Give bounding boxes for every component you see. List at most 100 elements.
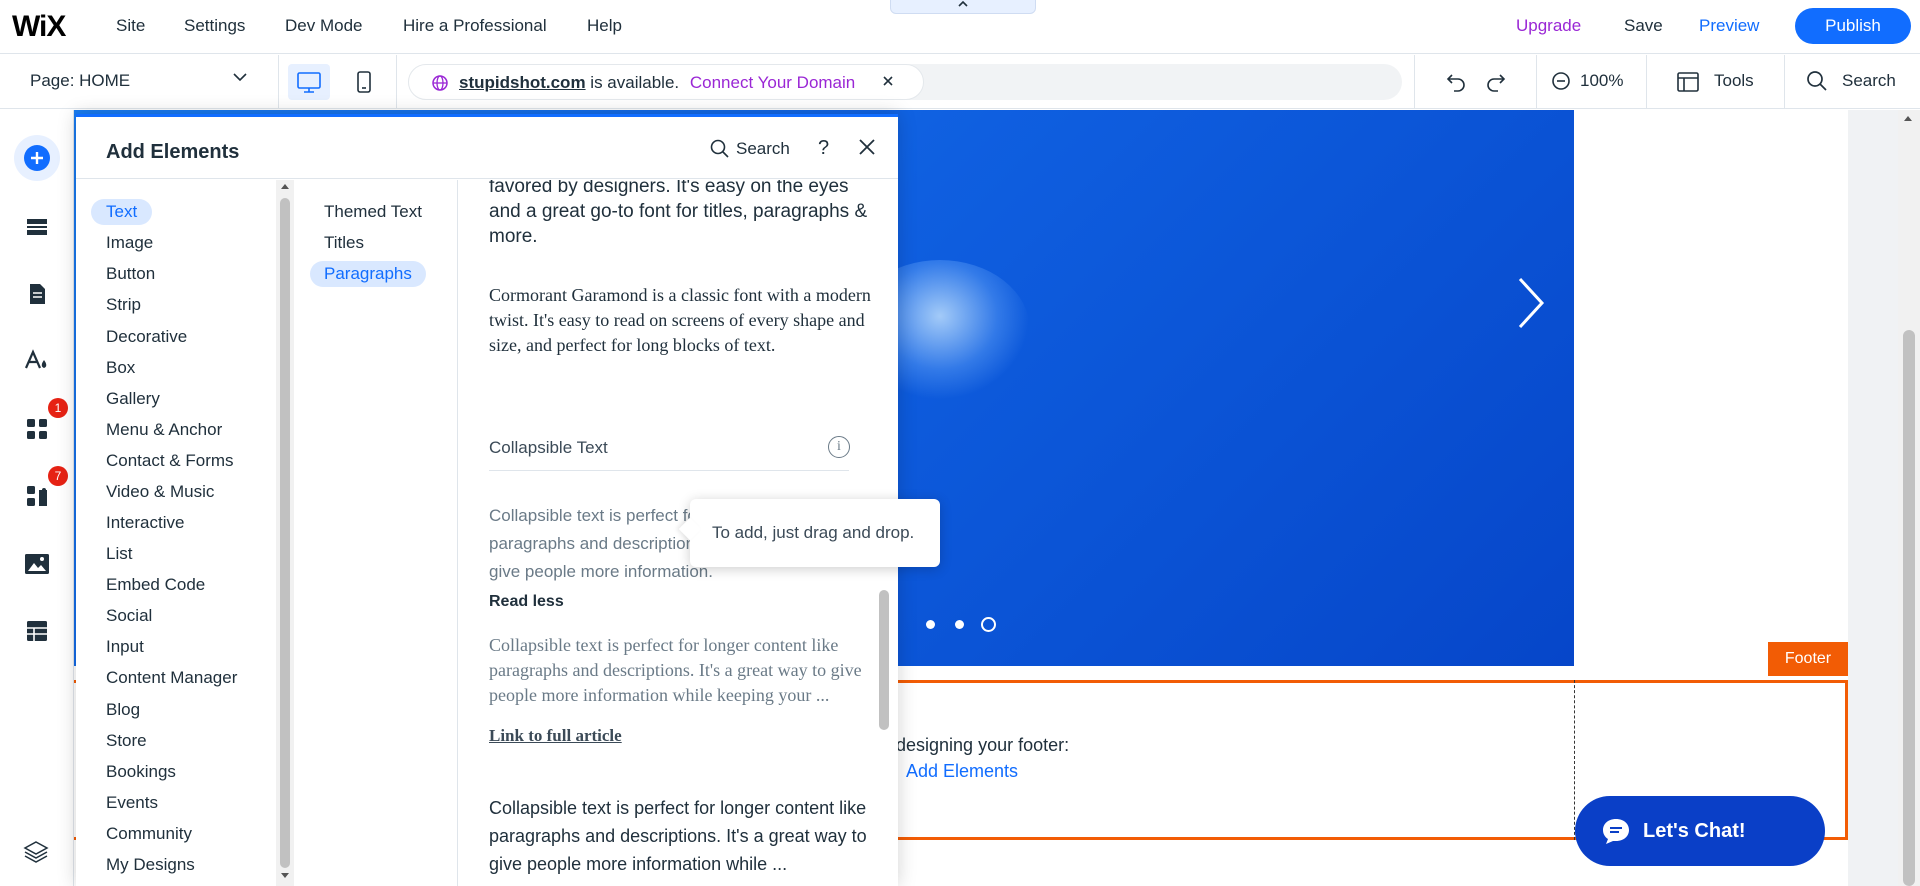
slideshow-next-arrow-icon[interactable] [1516, 275, 1546, 331]
category-social[interactable]: Social [106, 606, 152, 626]
lets-chat-button[interactable]: Let's Chat! [1575, 796, 1825, 866]
zoom-out-icon[interactable] [1550, 70, 1572, 92]
divider [278, 55, 279, 109]
info-icon[interactable]: i [828, 436, 850, 458]
domain-bar: stupidshot.com is available. Connect You… [408, 64, 1402, 100]
tools-icon [1677, 72, 1699, 92]
search-button[interactable]: Search [1842, 71, 1896, 91]
category-contact-forms[interactable]: Contact & Forms [106, 451, 234, 471]
editor-toolbar: Page: HOME stupidshot.com is available. … [0, 55, 1920, 109]
help-icon[interactable]: ? [818, 137, 829, 160]
footer-add-elements-link[interactable]: Add Elements [906, 761, 1018, 782]
pages-button[interactable] [14, 271, 60, 317]
menu-hire-a-professional[interactable]: Hire a Professional [403, 16, 547, 36]
category-strip[interactable]: Strip [106, 295, 141, 315]
subcategory-list: Themed Text Titles Paragraphs [294, 180, 458, 886]
category-community[interactable]: Community [106, 824, 192, 844]
scroll-down-arrow-icon[interactable] [280, 872, 290, 882]
menu-site[interactable]: Site [116, 16, 145, 36]
redo-icon[interactable] [1484, 70, 1508, 94]
save-button[interactable]: Save [1624, 16, 1663, 36]
category-menu-anchor[interactable]: Menu & Anchor [106, 420, 222, 440]
panel-title: Add Elements [106, 141, 240, 163]
scroll-up-arrow-icon[interactable] [1903, 114, 1913, 125]
media-button[interactable] [14, 541, 60, 587]
globe-icon [432, 75, 448, 91]
collapse-toolbar-button[interactable] [890, 0, 1036, 14]
domain-name-link[interactable]: stupidshot.com [459, 73, 586, 92]
plus-icon [24, 145, 50, 171]
undo-icon[interactable] [1444, 70, 1468, 94]
scroll-thumb[interactable] [1903, 330, 1915, 886]
cms-button[interactable] [14, 608, 60, 654]
slide-dot[interactable] [926, 620, 935, 629]
category-text[interactable]: Text [91, 199, 153, 225]
menu-dev-mode[interactable]: Dev Mode [285, 16, 362, 36]
footer-guide-line [1574, 680, 1575, 840]
menu-settings[interactable]: Settings [184, 16, 245, 36]
subcategory-paragraphs[interactable]: Paragraphs [310, 261, 426, 287]
preview-button[interactable]: Preview [1699, 16, 1759, 36]
slide-dot-active[interactable] [981, 617, 996, 632]
category-video-music[interactable]: Video & Music [106, 482, 214, 502]
paragraph-preset[interactable]: favored by designers. It's easy on the e… [489, 180, 869, 249]
domain-notice: stupidshot.com is available. Connect You… [408, 64, 924, 100]
page-selector[interactable]: Page: HOME [30, 71, 130, 91]
desktop-view-button[interactable] [288, 64, 330, 100]
connect-domain-link[interactable]: Connect Your Domain [690, 73, 855, 92]
image-icon [25, 554, 49, 574]
category-box[interactable]: Box [106, 358, 135, 378]
menu-help[interactable]: Help [587, 16, 622, 36]
category-blog[interactable]: Blog [106, 700, 140, 720]
mobile-view-button[interactable] [346, 64, 382, 100]
subcategory-titles[interactable]: Titles [324, 233, 364, 253]
scroll-thumb[interactable] [280, 198, 290, 868]
canvas-scrollbar[interactable] [1898, 110, 1920, 886]
category-my-designs[interactable]: My Designs [106, 855, 195, 875]
close-icon[interactable] [881, 72, 895, 93]
subcategory-themed-text[interactable]: Themed Text [324, 202, 422, 222]
category-decorative[interactable]: Decorative [106, 327, 187, 347]
divider [1536, 55, 1537, 109]
apps-icon [27, 419, 47, 439]
layers-button[interactable] [22, 838, 50, 871]
tooltip-text: To add, just drag and drop. [712, 523, 915, 542]
category-interactive[interactable]: Interactive [106, 513, 184, 533]
tools-button[interactable]: Tools [1714, 71, 1754, 91]
notification-badge: 1 [48, 398, 68, 418]
sections-button[interactable] [14, 204, 60, 250]
wix-logo[interactable]: WiX [12, 10, 66, 44]
content-scroll-thumb[interactable] [879, 590, 889, 730]
category-content-manager[interactable]: Content Manager [106, 668, 237, 688]
upgrade-button[interactable]: Upgrade [1516, 16, 1581, 36]
publish-button[interactable]: Publish [1795, 8, 1911, 44]
category-button[interactable]: Button [106, 264, 155, 284]
footer-label[interactable]: Footer [1768, 642, 1848, 676]
zoom-level[interactable]: 100% [1580, 71, 1623, 91]
category-bookings[interactable]: Bookings [106, 762, 176, 782]
category-gallery[interactable]: Gallery [106, 389, 160, 409]
collapsible-text-preset-bold[interactable]: Collapsible text is perfect for longer c… [489, 794, 879, 878]
panel-search-button[interactable]: Search [736, 139, 790, 159]
category-image[interactable]: Image [106, 233, 153, 253]
chevron-down-icon[interactable] [232, 69, 248, 90]
add-elements-button[interactable] [14, 135, 60, 181]
category-input[interactable]: Input [106, 637, 144, 657]
left-rail: 1 7 [0, 110, 74, 886]
collapsible-text-preset-serif[interactable]: Collapsible text is perfect for longer c… [489, 633, 869, 708]
site-design-button[interactable] [14, 338, 60, 384]
read-less-link: Read less [489, 593, 564, 610]
category-scrollbar[interactable] [276, 180, 294, 886]
domain-message: stupidshot.com is available. Connect You… [459, 73, 855, 93]
divider [396, 55, 397, 109]
category-list[interactable]: List [106, 544, 132, 564]
category-events[interactable]: Events [106, 793, 158, 813]
search-icon[interactable] [710, 139, 730, 159]
category-store[interactable]: Store [106, 731, 147, 751]
scroll-up-arrow-icon[interactable] [280, 182, 290, 192]
divider [1784, 55, 1785, 109]
category-embed-code[interactable]: Embed Code [106, 575, 205, 595]
paragraph-preset-cormorant[interactable]: Cormorant Garamond is a classic font wit… [489, 283, 879, 358]
slide-dot[interactable] [955, 620, 964, 629]
close-panel-icon[interactable] [858, 135, 876, 163]
